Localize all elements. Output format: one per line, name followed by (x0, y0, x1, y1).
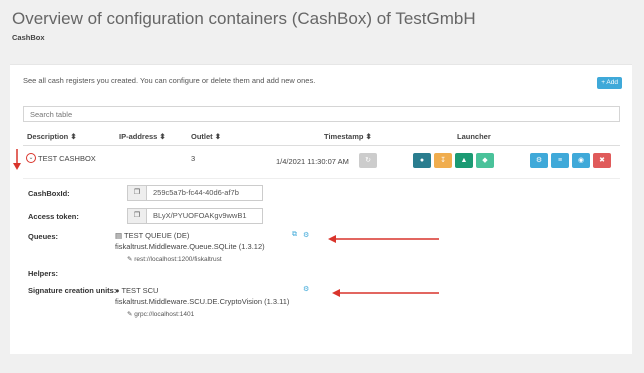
delete-button[interactable]: ✖ (593, 153, 611, 168)
trash-icon: ✖ (599, 157, 605, 164)
scu-url: ✎ grpc://localhost:1401 (127, 311, 195, 318)
refresh-button[interactable]: ↻ (359, 153, 377, 168)
external-link-icon[interactable]: ⧉ (292, 231, 297, 239)
download-icon: ↧ (440, 157, 446, 164)
configure-button[interactable]: ⚙ (530, 153, 548, 168)
add-button[interactable]: + Add (597, 77, 622, 89)
search-input[interactable] (23, 106, 620, 122)
drop-icon: ▲ (460, 157, 468, 164)
helpers-label: Helpers: (28, 269, 59, 278)
copy-cashbox-id-button[interactable]: ❐ (127, 185, 147, 201)
queue-url: ✎ rest://localhost:1200/fiskaltrust (127, 256, 222, 263)
view-button[interactable]: ◉ (572, 153, 590, 168)
refresh-icon: ↻ (365, 157, 371, 164)
annotation-arrow-scu (332, 289, 439, 297)
header-divider (23, 145, 620, 146)
copy-icon: ❐ (133, 189, 141, 196)
queue-package: fiskaltrust.Middleware.Queue.SQLite (1.3… (115, 242, 265, 251)
copy-icon: ❐ (133, 212, 141, 219)
wrench-icon: ⚙ (535, 157, 543, 164)
eye-icon: ◉ (577, 157, 585, 164)
gear-icon[interactable]: ⚙ (303, 285, 309, 293)
launcher-globe-button[interactable]: ● (413, 153, 431, 168)
col-description[interactable]: Description ⬍ (27, 132, 77, 141)
row-outlet: 3 (191, 154, 196, 163)
scu-package: fiskaltrust.Middleware.SCU.DE.CryptoVisi… (115, 297, 290, 306)
copy-token-button[interactable]: ❐ (127, 208, 147, 224)
col-outlet[interactable]: Outlet ⬍ (191, 132, 221, 141)
cashbox-id-label: CashBoxId: (28, 189, 70, 198)
queues-label: Queues: (28, 232, 59, 241)
list-button[interactable]: ≡ (551, 153, 569, 168)
annotation-arrow-down (13, 149, 21, 170)
cashbox-id-field[interactable]: 259c5a7b-fc44-40d6-af7b (147, 185, 263, 201)
scu-name: ● TEST SCU (115, 286, 159, 295)
globe-icon: ● (419, 157, 425, 164)
page-title: Overview of configuration containers (Ca… (12, 9, 476, 28)
col-ip-address[interactable]: IP-address ⬍ (119, 132, 166, 141)
launcher-download-button[interactable]: ↧ (434, 153, 452, 168)
chevron-down-icon[interactable]: ⌄ (26, 153, 36, 163)
col-launcher: Launcher (457, 132, 491, 141)
launcher-drop-button[interactable]: ▲ (455, 153, 473, 168)
cashbox-panel: See all cash registers you created. You … (10, 64, 632, 354)
row-divider (23, 178, 620, 179)
annotation-arrow-queues (328, 235, 439, 243)
launcher-diamond-button[interactable]: ◆ (476, 153, 494, 168)
intro-text: See all cash registers you created. You … (23, 76, 316, 85)
row-description: TEST CASHBOX (38, 154, 96, 163)
access-token-label: Access token: (28, 212, 79, 221)
scu-label: Signature creation units: (28, 286, 117, 295)
queue-name: ▤ TEST QUEUE (DE) (115, 231, 190, 240)
diamond-icon: ◆ (482, 157, 488, 164)
row-timestamp: 1/4/2021 11:30:07 AM (276, 157, 349, 166)
page-subtitle: CashBox (12, 33, 45, 42)
access-token-field[interactable]: BLyX/PYUOFOAKgv9wwB1 (147, 208, 263, 224)
col-timestamp[interactable]: Timestamp ⬍ (324, 132, 372, 141)
list-icon: ≡ (557, 157, 563, 164)
gear-icon[interactable]: ⚙ (303, 231, 309, 239)
